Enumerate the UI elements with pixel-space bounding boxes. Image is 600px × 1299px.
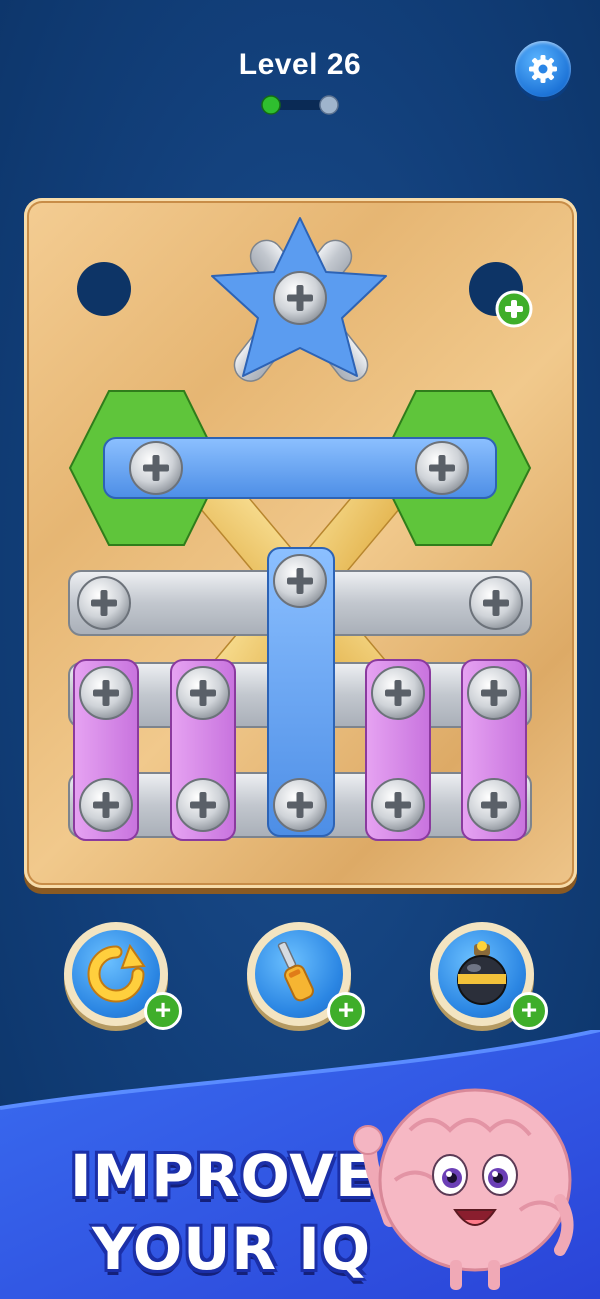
screw[interactable] <box>371 778 425 832</box>
screw[interactable] <box>176 666 230 720</box>
screw[interactable] <box>273 554 327 608</box>
screw[interactable] <box>467 666 521 720</box>
puzzle-board <box>24 198 577 888</box>
refresh-booster-button[interactable]: + <box>64 922 182 1030</box>
level-progress <box>261 95 339 115</box>
screw[interactable] <box>176 778 230 832</box>
gear-icon <box>527 53 559 85</box>
puzzle-scene <box>68 217 533 841</box>
screw[interactable] <box>273 271 327 325</box>
screw[interactable] <box>79 778 133 832</box>
plus-icon[interactable]: + <box>510 992 548 1030</box>
screw[interactable] <box>77 576 131 630</box>
screw[interactable] <box>469 576 523 630</box>
settings-button[interactable] <box>515 41 571 97</box>
plus-icon[interactable]: + <box>327 992 365 1030</box>
plus-icon[interactable]: + <box>144 992 182 1030</box>
bomb-booster-button[interactable]: + <box>430 922 548 1030</box>
board-hole[interactable] <box>77 262 131 316</box>
screwdriver-icon <box>271 942 331 1006</box>
screw[interactable] <box>415 441 469 495</box>
bomb-icon <box>452 940 512 1006</box>
screw[interactable] <box>79 666 133 720</box>
screw[interactable] <box>371 666 425 720</box>
banner-line-1: IMPROVE <box>70 1142 376 1210</box>
screwdriver-booster-button[interactable]: + <box>247 922 365 1030</box>
refresh-icon <box>86 944 146 1004</box>
brain-mascot-icon <box>350 1070 580 1295</box>
banner-line-2: YOUR IQ <box>92 1215 372 1283</box>
screw[interactable] <box>129 441 183 495</box>
promo-banner: IMPROVE YOUR IQ <box>0 1030 600 1299</box>
level-title: Level 26 <box>238 48 362 81</box>
screw[interactable] <box>273 778 327 832</box>
screw[interactable] <box>467 778 521 832</box>
add-hole-button[interactable] <box>495 290 533 328</box>
